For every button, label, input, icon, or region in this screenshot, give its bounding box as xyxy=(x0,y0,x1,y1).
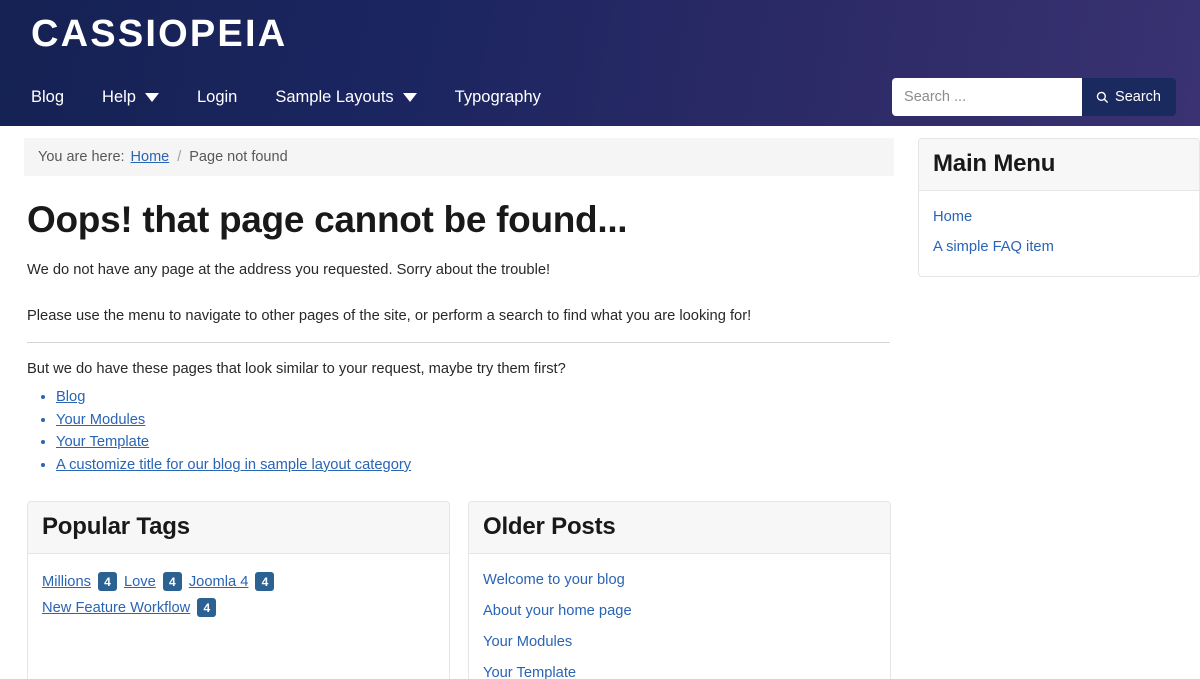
tag-chip[interactable]: Joomla 4 4 xyxy=(189,572,275,592)
bottom-modules-row: Popular Tags Millions 4 Love 4 Joomla 4 … xyxy=(27,500,891,679)
similar-link[interactable]: Your Template xyxy=(56,434,149,450)
sidebar-item-faq[interactable]: A simple FAQ item xyxy=(933,238,1185,256)
nav-item-login[interactable]: Login xyxy=(197,88,237,107)
nav-item-label: Sample Layouts xyxy=(275,87,394,106)
tag-count-badge: 4 xyxy=(162,572,182,592)
search-button-label: Search xyxy=(1115,89,1161,105)
breadcrumb-link-home[interactable]: Home xyxy=(131,149,170,165)
site-logo[interactable]: CASSIOPEIA xyxy=(31,15,287,53)
nav-item-label: Help xyxy=(102,87,136,106)
module-title: Popular Tags xyxy=(42,512,190,540)
similar-link[interactable]: Your Modules xyxy=(56,412,145,428)
list-item[interactable]: A customize title for our blog in sample… xyxy=(56,457,894,473)
post-link[interactable]: Your Modules xyxy=(483,634,572,650)
list-item[interactable]: Your Modules xyxy=(483,633,876,651)
post-link[interactable]: About your home page xyxy=(483,603,632,619)
sidebar: Main Menu Home A simple FAQ item xyxy=(918,126,1200,679)
main-menu-module: Main Menu Home A simple FAQ item xyxy=(918,138,1200,278)
content-divider xyxy=(27,342,890,344)
tag-chip[interactable]: New Feature Workflow 4 xyxy=(42,598,217,618)
list-item[interactable]: Your Template xyxy=(56,434,894,450)
chevron-down-icon xyxy=(402,92,417,102)
breadcrumb: You are here: Home / Page not found xyxy=(24,138,894,176)
search-form: Search xyxy=(892,78,1176,116)
search-input[interactable] xyxy=(892,78,1083,116)
nav-item-label: Blog xyxy=(31,87,65,106)
tag-chip[interactable]: Love 4 xyxy=(124,572,182,592)
site-header: CASSIOPEIA Blog Help Login Sample Layout… xyxy=(0,0,1200,126)
tag-count-badge: 4 xyxy=(197,598,217,618)
primary-navigation: Blog Help Login Sample Layouts Typograph… xyxy=(0,68,1200,126)
nav-list: Blog Help Login Sample Layouts Typograph… xyxy=(31,88,579,107)
popular-tags-body: Millions 4 Love 4 Joomla 4 4 New Feature… xyxy=(28,554,449,631)
breadcrumb-current: Page not found xyxy=(189,149,288,165)
nav-item-typography[interactable]: Typography xyxy=(455,88,541,107)
list-item[interactable]: Your Template xyxy=(483,664,876,679)
tag-link[interactable]: Joomla 4 xyxy=(189,574,249,590)
breadcrumb-label: You are here: xyxy=(38,149,125,165)
tag-link[interactable]: Millions xyxy=(42,574,91,590)
similar-pages-list: Blog Your Modules Your Template A custom… xyxy=(27,389,894,473)
tag-chip[interactable]: Millions 4 xyxy=(42,572,117,592)
search-button[interactable]: Search xyxy=(1082,78,1176,116)
brand-row: CASSIOPEIA xyxy=(0,0,1200,68)
error-paragraph-1: We do not have any page at the address y… xyxy=(27,261,551,278)
page-title: Oops! that page cannot be found... xyxy=(27,199,628,240)
post-link[interactable]: Welcome to your blog xyxy=(483,572,625,588)
page-container: You are here: Home / Page not found Oops… xyxy=(0,126,1200,679)
tag-count-badge: 4 xyxy=(255,572,275,592)
popular-tags-header: Popular Tags xyxy=(28,501,449,555)
nav-item-sample-layouts[interactable]: Sample Layouts xyxy=(275,87,417,107)
module-title: Main Menu xyxy=(933,150,1056,177)
post-link[interactable]: Your Template xyxy=(483,665,576,679)
menu-link[interactable]: A simple FAQ item xyxy=(933,239,1054,255)
list-item[interactable]: About your home page xyxy=(483,602,876,620)
list-item[interactable]: Blog xyxy=(56,389,894,405)
menu-link[interactable]: Home xyxy=(933,209,972,225)
tag-link[interactable]: Love xyxy=(124,574,156,590)
older-posts-body: Welcome to your blog About your home pag… xyxy=(469,554,890,679)
error-paragraph-2: Please use the menu to navigate to other… xyxy=(27,308,752,324)
nav-item-label: Login xyxy=(196,87,238,106)
older-posts-module: Older Posts Welcome to your blog About y… xyxy=(468,500,891,679)
nav-item-help[interactable]: Help xyxy=(102,88,159,107)
similar-link[interactable]: Blog xyxy=(56,389,85,405)
sidebar-item-home[interactable]: Home xyxy=(933,208,1185,226)
main-content: You are here: Home / Page not found Oops… xyxy=(24,126,894,679)
tag-link[interactable]: New Feature Workflow xyxy=(42,600,190,616)
similar-link[interactable]: A customize title for our blog in sample… xyxy=(56,457,411,473)
main-menu-body: Home A simple FAQ item xyxy=(919,191,1199,276)
menu-list: Home A simple FAQ item xyxy=(933,208,1185,256)
nav-item-blog[interactable]: Blog xyxy=(31,88,64,107)
list-item[interactable]: Your Modules xyxy=(56,412,894,428)
nav-item-label: Typography xyxy=(454,87,541,106)
main-menu-header: Main Menu xyxy=(919,139,1199,192)
tag-list: Millions 4 Love 4 Joomla 4 4 New Feature… xyxy=(42,571,435,618)
older-posts-header: Older Posts xyxy=(469,501,890,555)
search-icon xyxy=(1096,91,1109,104)
similar-pages-lead: But we do have these pages that look sim… xyxy=(27,361,566,378)
module-title: Older Posts xyxy=(483,512,616,540)
tag-count-badge: 4 xyxy=(97,572,117,592)
chevron-down-icon xyxy=(144,92,159,102)
popular-tags-module: Popular Tags Millions 4 Love 4 Joomla 4 … xyxy=(27,500,450,679)
breadcrumb-separator: / xyxy=(177,149,182,165)
post-list: Welcome to your blog About your home pag… xyxy=(483,571,876,679)
list-item[interactable]: Welcome to your blog xyxy=(483,571,876,589)
